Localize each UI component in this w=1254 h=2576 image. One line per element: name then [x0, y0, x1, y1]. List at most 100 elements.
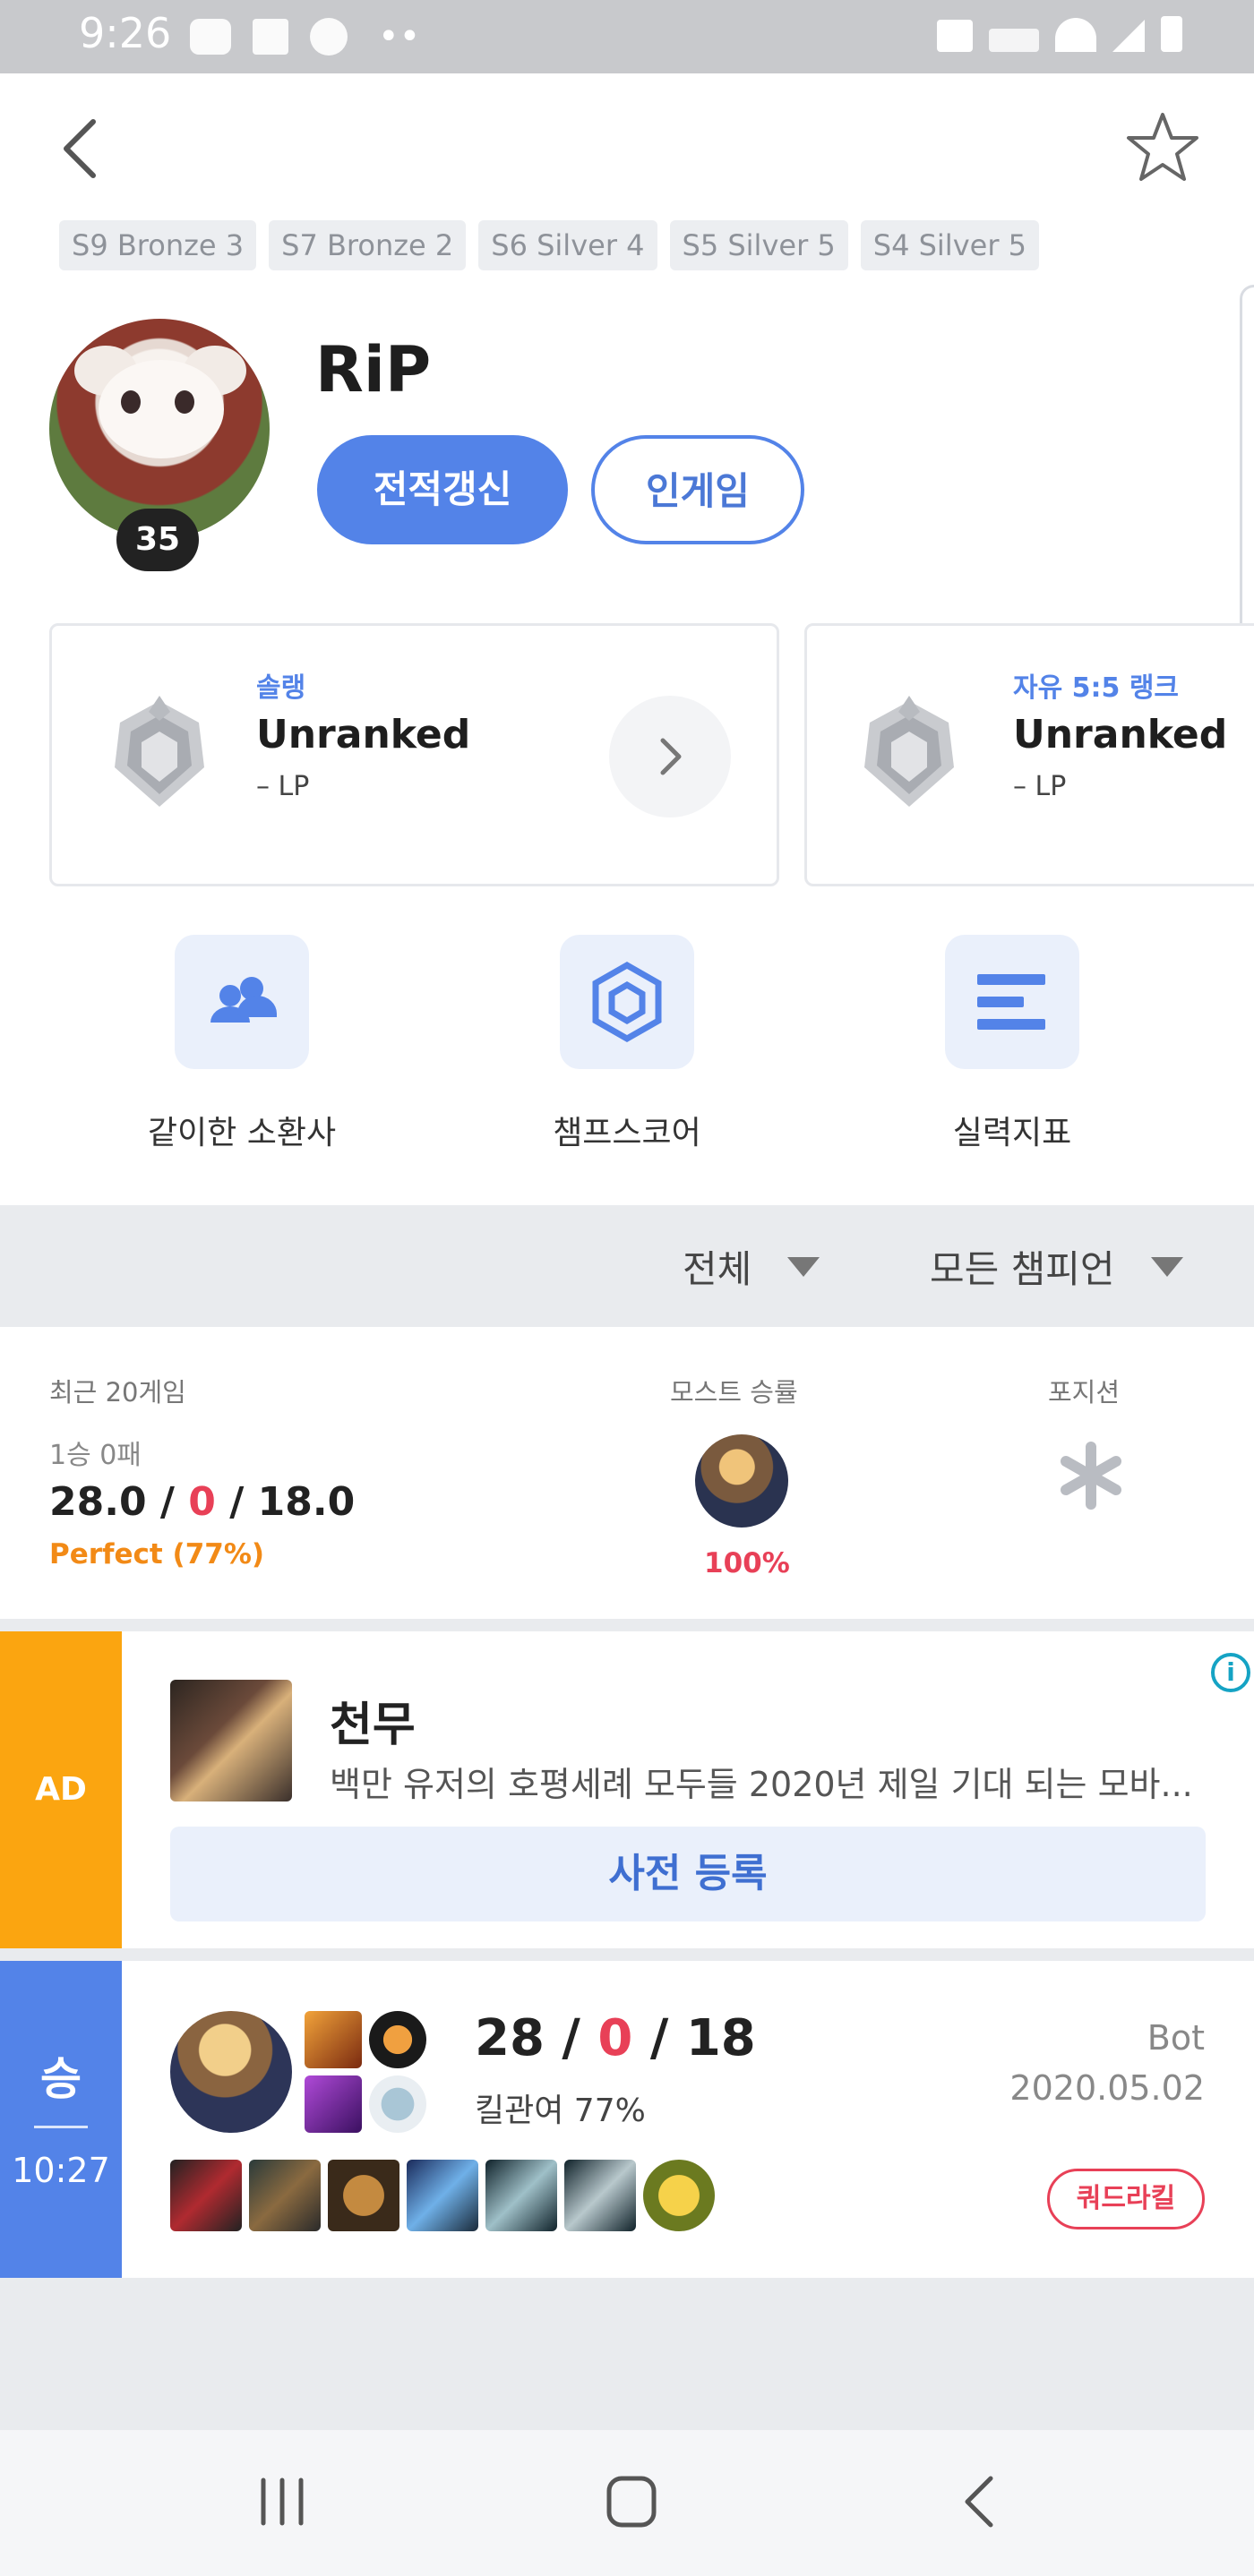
item-icon: [328, 2160, 399, 2231]
most-champion-winrate: 100%: [704, 1547, 790, 1579]
match-history-item[interactable]: 승 10:27 28 / 0 / 18 킬관여 77% Bot 2020.05.…: [0, 1961, 1254, 2278]
star-icon: [1127, 113, 1198, 181]
ad-title: 천무: [330, 1699, 416, 1752]
keystone-rune-icon: [369, 2011, 426, 2068]
match-kills: 28: [475, 2009, 545, 2067]
item-build: [170, 2160, 715, 2231]
favorite-button[interactable]: [1125, 109, 1200, 184]
dropdown-arrow-icon: [787, 1256, 820, 1277]
kill-participation: 킬관여 77%: [475, 2092, 646, 2129]
status-time: 9:26: [79, 9, 172, 57]
champion-filter-value: 모든 챔피언: [930, 1247, 1115, 1291]
item-icon: [407, 2160, 478, 2231]
recent-games-summary: 최근 20게임 모스트 승률 포지션 1승 0패 28.0 / 0 / 18.0…: [0, 1327, 1254, 1619]
volte-icon: [989, 29, 1039, 52]
avg-assists: 18.0: [257, 1479, 356, 1525]
quick-menu-label: 실력지표: [952, 1115, 1072, 1151]
spell-icon: [305, 2011, 362, 2068]
quick-menu-label: 챔프스코어: [553, 1115, 701, 1151]
trinket-icon: [643, 2160, 715, 2231]
status-bar: 9:26 ••: [0, 0, 1254, 73]
unranked-emblem-icon: [115, 696, 204, 807]
match-kda: 28 / 0 / 18: [475, 2009, 756, 2067]
avg-deaths: 0: [188, 1479, 216, 1525]
section-divider: [0, 1948, 1254, 1961]
multikill-badge: 쿼드라킬: [1047, 2169, 1205, 2229]
season-badge: S7 Bronze 2: [269, 220, 467, 270]
item-icon: [249, 2160, 321, 2231]
secondary-rune-icon: [369, 2075, 426, 2133]
wifi-icon: [1055, 18, 1096, 52]
empty-area: [0, 2278, 1254, 2430]
avg-kills: 28.0: [49, 1479, 147, 1525]
recent-apps-button[interactable]: [242, 2466, 322, 2537]
rank-lp: – LP: [256, 771, 310, 802]
dropdown-arrow-icon: [1150, 1256, 1183, 1277]
item-icon: [170, 2160, 242, 2231]
position-asterisk-icon: [1061, 1442, 1121, 1510]
match-deaths: 0: [597, 2009, 633, 2067]
match-date: 2020.05.02: [1009, 2068, 1205, 2108]
home-button[interactable]: [591, 2466, 672, 2537]
people-icon: [210, 977, 277, 1023]
season-badge: S9 Bronze 3: [59, 220, 257, 270]
system-navigation-bar: [0, 2430, 1254, 2576]
recent-apps-icon: [261, 2478, 304, 2526]
queue-filter-dropdown[interactable]: 전체: [683, 1239, 820, 1294]
filter-bar: 전체 모든 챔피언: [0, 1205, 1254, 1327]
level-badge: 35: [116, 509, 199, 571]
ad-thumbnail: [170, 1680, 292, 1801]
back-icon: [965, 2476, 993, 2528]
gallery-icon: [253, 19, 288, 55]
flex-rank-card[interactable]: 자유 5:5 랭크 Unranked – LP: [804, 623, 1254, 886]
spell-icon: [305, 2075, 362, 2133]
rank-tier: Unranked: [1013, 712, 1228, 757]
hexagon-icon: [592, 961, 662, 1043]
item-icon: [564, 2160, 636, 2231]
rank-lp: – LP: [1013, 771, 1067, 802]
champ-score-button[interactable]: 챔프스코어: [493, 935, 761, 1153]
kda-ratio: Perfect (77%): [49, 1538, 265, 1570]
most-champion-icon[interactable]: [695, 1434, 788, 1528]
ad-banner[interactable]: AD 천무 백만 유저의 호평세례 모두들 2020년 제일 기대 되는 모바.…: [0, 1631, 1254, 1948]
ad-description: 백만 유저의 호평세례 모두들 2020년 제일 기대 되는 모바...: [330, 1765, 1193, 1804]
past-seasons: S9 Bronze 3 S7 Bronze 2 S6 Silver 4 S5 S…: [59, 220, 1039, 270]
ad-info-icon[interactable]: i: [1211, 1653, 1250, 1692]
back-button[interactable]: [54, 113, 107, 184]
system-back-button[interactable]: [940, 2466, 1021, 2537]
together-summoners-button[interactable]: 같이한 소환사: [107, 935, 376, 1153]
match-duration: 10:27: [12, 2151, 110, 2190]
profile-icon: [49, 319, 270, 539]
match-assists: 18: [685, 2009, 756, 2067]
quick-menu-label: 같이한 소환사: [147, 1115, 337, 1151]
refresh-button[interactable]: 전적갱신: [317, 435, 568, 544]
season-badge: S5 Silver 5: [669, 220, 848, 270]
preregister-button[interactable]: 사전 등록: [170, 1827, 1206, 1921]
match-result-bar: 승 10:27: [0, 1961, 122, 2278]
section-divider: [0, 1619, 1254, 1631]
rank-detail-button[interactable]: [609, 696, 731, 817]
recent-games-label: 최근 20게임: [49, 1377, 186, 1408]
unranked-emblem-icon: [864, 696, 954, 807]
skill-index-button[interactable]: 실력지표: [878, 935, 1147, 1153]
talk-icon: [190, 19, 231, 55]
top-bar: [0, 73, 1254, 217]
champion-icon: [170, 2011, 292, 2133]
champion-filter-dropdown[interactable]: 모든 챔피언: [930, 1239, 1183, 1294]
home-icon: [606, 2476, 657, 2528]
rank-queue-label: 솔랭: [256, 672, 306, 704]
position-label: 포지션: [1048, 1377, 1121, 1408]
chevron-right-icon: [660, 738, 682, 775]
battery-icon: [1161, 16, 1182, 52]
signal-icon: [1112, 20, 1145, 52]
ingame-button[interactable]: 인게임: [591, 435, 804, 544]
system-icons: [937, 16, 1182, 52]
season-badge: S6 Silver 4: [478, 220, 657, 270]
solo-rank-card[interactable]: 솔랭 Unranked – LP: [49, 623, 779, 886]
season-badge: S4 Silver 5: [860, 220, 1039, 270]
game-mode: Bot: [1147, 2018, 1205, 2058]
win-loss-record: 1승 0패: [49, 1440, 142, 1471]
item-icon: [485, 2160, 557, 2231]
notification-icons: ••: [190, 18, 420, 56]
average-kda: 28.0 / 0 / 18.0: [49, 1479, 356, 1525]
